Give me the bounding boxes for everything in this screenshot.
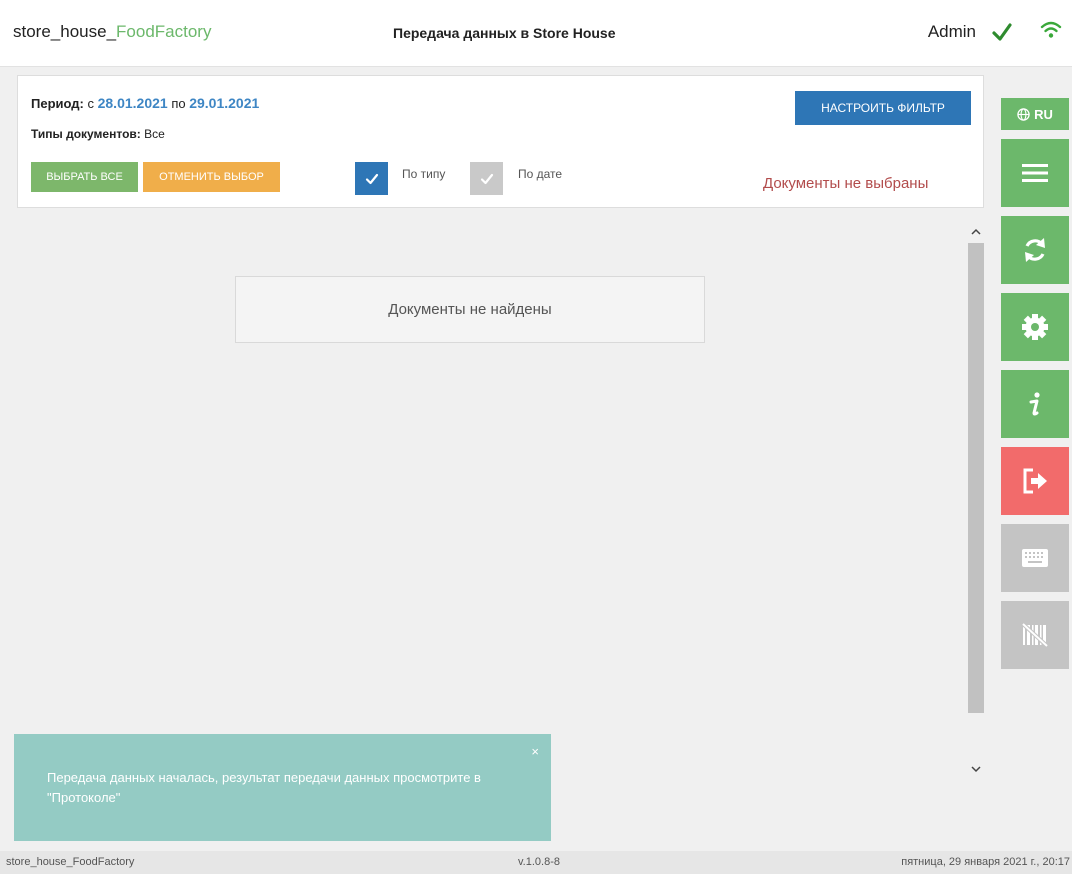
sync-icon [1025, 238, 1045, 262]
page-title: Передача данных в Store House [393, 25, 616, 41]
chevron-down-icon[interactable] [971, 765, 981, 773]
period-to-word: по [171, 96, 186, 111]
brand-prefix: store_house_ [13, 22, 117, 41]
check-icon [480, 173, 493, 184]
empty-state: Документы не найдены [235, 276, 705, 343]
period-from-word: с [87, 96, 94, 111]
barcode-button[interactable] [1001, 601, 1069, 669]
settings-button[interactable] [1001, 293, 1069, 361]
period-date-from[interactable]: 28.01.2021 [98, 95, 168, 111]
doc-types-value: Все [144, 127, 165, 141]
gear-icon [1022, 314, 1048, 340]
status-version: v.1.0.8-8 [518, 856, 560, 868]
chevron-up-icon[interactable] [971, 228, 981, 236]
checkmark-icon [992, 23, 1012, 41]
filter-panel: Период: с 28.01.2021 по 29.01.2021 Типы … [17, 75, 984, 208]
top-bar: store_house_FoodFactory Передача данных … [0, 0, 1072, 67]
period-label: Период: [31, 96, 84, 111]
by-type-label: По типу [402, 167, 446, 181]
info-icon [1029, 392, 1040, 416]
period-info: Период: с 28.01.2021 по 29.01.2021 [31, 95, 259, 111]
by-date-checkbox[interactable] [470, 162, 503, 195]
menu-button[interactable] [1001, 139, 1069, 207]
status-app-name: store_house_FoodFactory [6, 856, 135, 868]
select-all-button[interactable]: ВЫБРАТЬ ВСЕ [31, 162, 138, 192]
notification-toast: × Передача данных началась, результат пе… [14, 734, 551, 841]
barcode-off-icon [1021, 622, 1049, 648]
user-name[interactable]: Admin [928, 22, 976, 42]
doc-types-info: Типы документов: Все [31, 127, 165, 141]
period-date-to[interactable]: 29.01.2021 [189, 95, 259, 111]
status-bar: store_house_FoodFactory v.1.0.8-8 пятниц… [0, 851, 1072, 874]
globe-icon [1017, 107, 1030, 121]
wifi-icon [1040, 21, 1062, 38]
language-label: RU [1034, 106, 1053, 122]
scrollbar[interactable] [968, 228, 984, 773]
sync-button[interactable] [1001, 216, 1069, 284]
app-brand: store_house_FoodFactory [13, 22, 211, 42]
scrollbar-thumb[interactable] [968, 243, 984, 713]
configure-filter-button[interactable]: НАСТРОИТЬ ФИЛЬТР [795, 91, 971, 125]
toast-message: Передача данных началась, результат пере… [47, 770, 481, 805]
no-docs-selected-text: Документы не выбраны [763, 175, 929, 192]
doc-types-label: Типы документов: [31, 127, 141, 141]
logout-button[interactable] [1001, 447, 1069, 515]
status-datetime: пятница, 29 января 2021 г., 20:17 [901, 856, 1070, 868]
brand-accent: FoodFactory [116, 22, 212, 41]
info-button[interactable] [1001, 370, 1069, 438]
check-icon [365, 173, 378, 184]
logout-icon [1023, 468, 1047, 494]
cancel-selection-button[interactable]: ОТМЕНИТЬ ВЫБОР [143, 162, 280, 192]
by-date-label: По дате [518, 167, 563, 181]
language-button[interactable]: RU [1001, 98, 1069, 130]
keyboard-icon [1022, 549, 1048, 567]
close-icon[interactable]: × [531, 744, 539, 759]
by-type-checkbox[interactable] [355, 162, 388, 195]
menu-icon [1022, 164, 1048, 182]
keyboard-button[interactable] [1001, 524, 1069, 592]
